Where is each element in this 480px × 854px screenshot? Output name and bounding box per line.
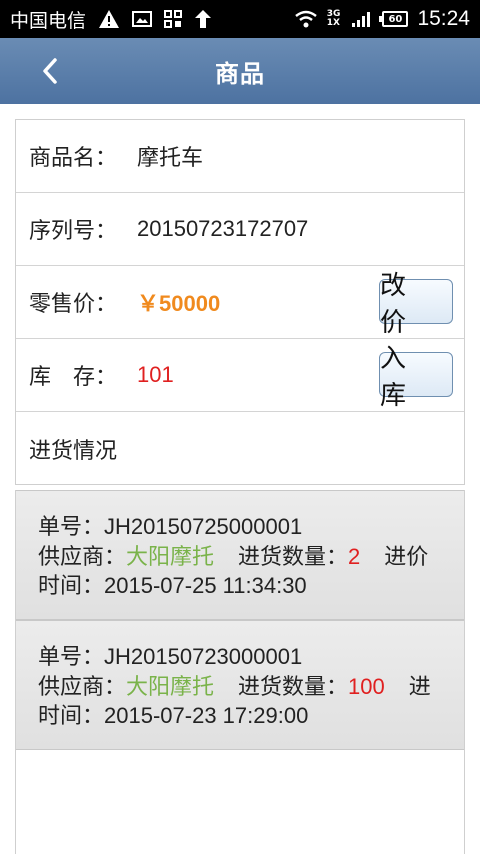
- status-bar: 中国电信 3G 1X 60 15:24: [0, 0, 480, 38]
- status-left: 中国电信: [10, 6, 212, 33]
- quantity-label: 进货数量：: [238, 544, 349, 570]
- order-label: 单号：: [38, 515, 105, 540]
- quantity-value: 100: [348, 673, 385, 699]
- status-right: 3G 1X 60 15:24: [294, 7, 470, 31]
- network-type-bottom: 1X: [326, 18, 340, 28]
- image-icon: [132, 10, 153, 28]
- purchase-price-label: 进: [408, 674, 431, 700]
- supplier-line: 供应商：大阳摩托 进货数量：100 进: [38, 673, 464, 703]
- change-price-button[interactable]: 改 价: [379, 271, 453, 338]
- battery-level: 60: [388, 13, 403, 25]
- order-line: 单号：JH20150723000001: [38, 643, 464, 673]
- product-detail-card: 商品名： 摩托车 序列号： 20150723172707 零售价： ￥50000…: [15, 119, 465, 485]
- purchase-record-list[interactable]: 单号：JH20150725000001 供应商：大阳摩托 进货数量：2 进价 时间：…: [15, 490, 465, 854]
- product-name-label: 商品名：: [29, 146, 118, 171]
- order-label: 单号：: [38, 645, 105, 670]
- quantity-label: 进货数量：: [238, 674, 349, 700]
- stock-row: 库 存： 101 入 库: [16, 339, 464, 412]
- time-line: 时间：2015-07-23 17:29:00: [38, 702, 464, 732]
- quantity-value: 2: [348, 543, 361, 569]
- retail-price-label: 零售价：: [29, 292, 118, 317]
- order-line: 单号：JH20150725000001: [38, 513, 464, 543]
- product-name-row: 商品名： 摩托车: [16, 120, 464, 193]
- page-title: 商品: [215, 59, 265, 88]
- retail-price-row: 零售价： ￥50000 改 价: [16, 266, 464, 339]
- purchase-record-item[interactable]: 单号：JH20150723000001 供应商：大阳摩托 进货数量：100 进 时间…: [16, 620, 464, 750]
- clock: 15:24: [417, 7, 470, 30]
- stock-in-button[interactable]: 入 库: [379, 344, 453, 411]
- carrier-name: 中国电信: [10, 9, 87, 32]
- back-button[interactable]: [30, 50, 70, 92]
- grid-app-icon: [164, 10, 183, 28]
- purchase-price-label: 进价: [384, 544, 429, 570]
- order-number: JH20150723000001: [104, 644, 303, 669]
- order-number: JH20150725000001: [104, 514, 303, 539]
- time-value: 2015-07-23 17:29:00: [104, 703, 309, 728]
- stock-value: 101: [137, 362, 174, 387]
- time-label: 时间：: [38, 574, 105, 599]
- wifi-icon: [294, 10, 318, 28]
- time-label: 时间：: [38, 704, 105, 729]
- app-header: 商品: [0, 38, 480, 104]
- time-value: 2015-07-25 11:34:30: [104, 573, 307, 598]
- purchase-record-item[interactable]: 单号：JH20150725000001 供应商：大阳摩托 进货数量：2 进价 时间：…: [16, 490, 464, 620]
- stock-label: 库 存：: [29, 365, 118, 390]
- serial-number-value: 20150723172707: [137, 216, 309, 241]
- network-badge: 3G 1X: [327, 10, 341, 28]
- warning-icon: [98, 9, 120, 29]
- supplier-label: 供应商：: [38, 544, 127, 570]
- chevron-left-icon: [43, 58, 57, 84]
- serial-number-row: 序列号： 20150723172707: [16, 193, 464, 266]
- supplier-name: 大阳摩托: [126, 544, 215, 570]
- purchase-section-title: 进货情况: [29, 438, 118, 464]
- product-name-value: 摩托车: [137, 146, 204, 171]
- signal-icon: [351, 10, 373, 28]
- supplier-label: 供应商：: [38, 674, 127, 700]
- serial-number-label: 序列号：: [29, 219, 118, 244]
- retail-price-value: ￥50000: [137, 291, 221, 316]
- battery-icon: 60: [379, 11, 409, 27]
- supplier-line: 供应商：大阳摩托 进货数量：2 进价: [38, 543, 464, 573]
- upload-arrow-icon: [194, 9, 212, 29]
- purchase-section-row: 进货情况: [16, 412, 464, 485]
- time-line: 时间：2015-07-25 11:34:30: [38, 572, 464, 602]
- supplier-name: 大阳摩托: [126, 674, 215, 700]
